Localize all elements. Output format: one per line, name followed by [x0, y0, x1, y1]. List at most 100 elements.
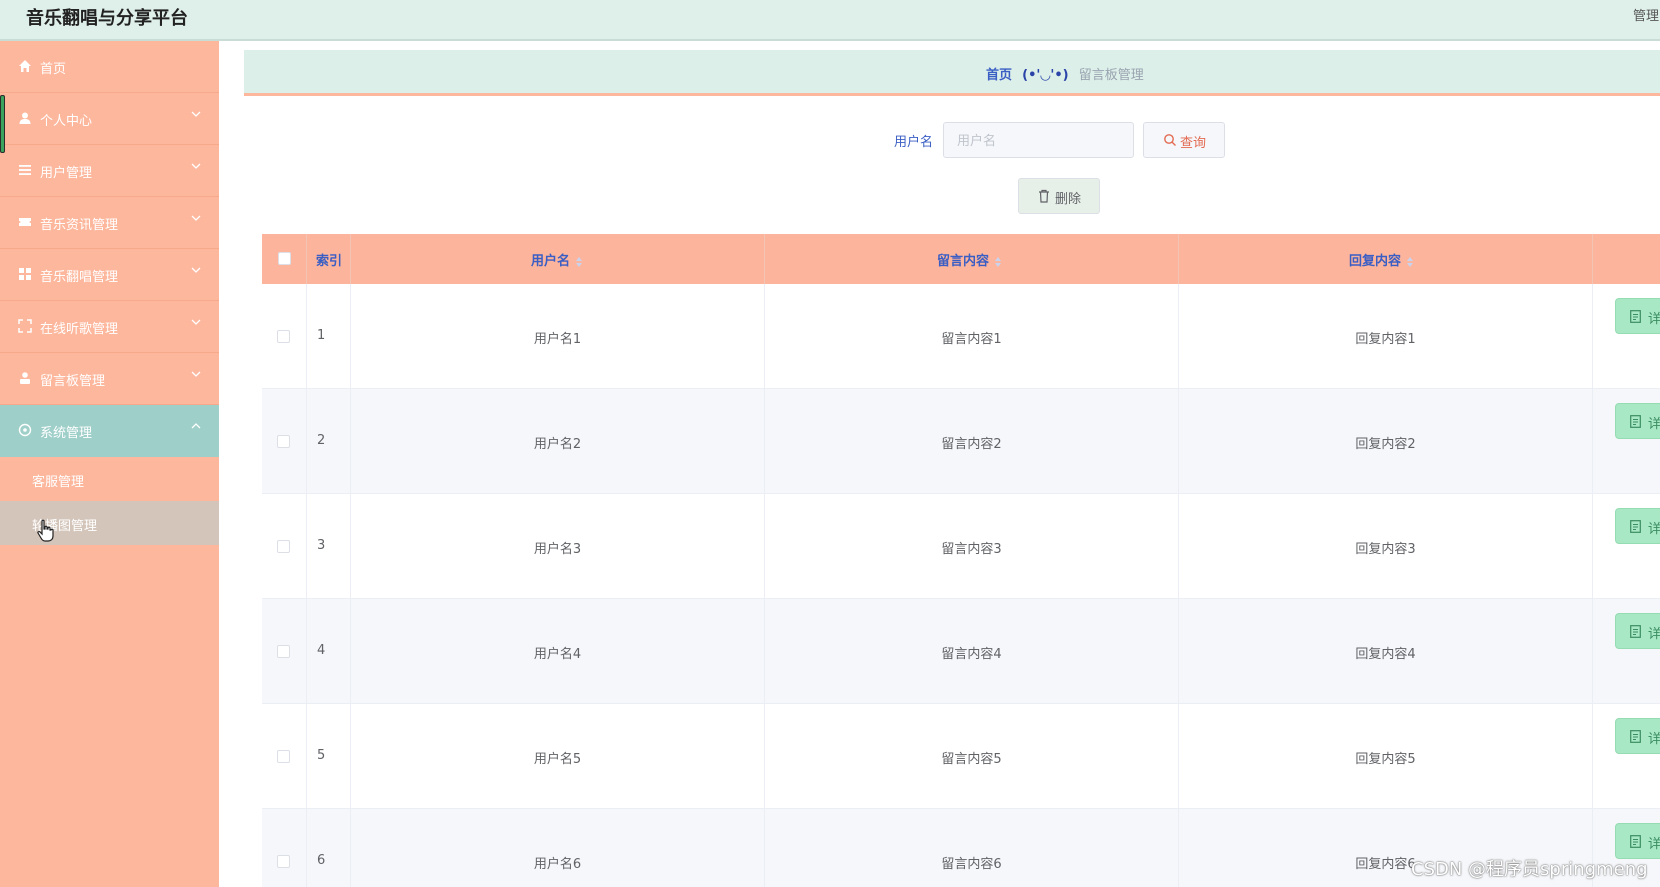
sidebar-item-users[interactable]: 用户管理 [0, 145, 219, 197]
detail-button-label: 详 [1648, 311, 1660, 326]
user-icon [19, 112, 31, 124]
username-text: 用户名5 [533, 752, 582, 767]
sidebar-item-music-cover[interactable]: 音乐翻唱管理 [0, 249, 219, 301]
column-header-username: 用户名 [531, 254, 571, 269]
person-icon [20, 372, 30, 384]
table-row: 1 用户名1 留言内容1 回复内容1 详 [262, 284, 1660, 389]
reply-text: 回复内容3 [1355, 542, 1416, 557]
home-icon [19, 60, 31, 72]
detail-button-label: 详 [1648, 521, 1660, 536]
sidebar-item-label: 个人中心 [40, 114, 93, 129]
hand-cursor-icon [37, 519, 54, 542]
detail-button-label: 详 [1648, 731, 1660, 746]
scroll-indicator [0, 95, 5, 153]
grid-icon [19, 268, 31, 280]
query-button[interactable]: 查询 [1143, 122, 1225, 158]
table-row: 4 用户名4 留言内容4 回复内容4 详 [262, 599, 1660, 704]
username-text: 用户名3 [533, 542, 582, 557]
delete-button-label: 删除 [1055, 191, 1082, 206]
sidebar-item-label: 首页 [40, 62, 67, 77]
username-text: 用户名1 [533, 332, 582, 347]
sidebar-item-online-listening[interactable]: 在线听歌管理 [0, 301, 219, 353]
row-checkbox[interactable] [277, 750, 290, 763]
sort-icon[interactable] [995, 256, 1002, 267]
select-all-checkbox[interactable] [278, 252, 291, 265]
detail-button[interactable]: 详 [1615, 298, 1660, 334]
chevron-down-icon [191, 267, 201, 273]
index-text: 5 [317, 748, 326, 763]
message-text: 留言内容6 [941, 857, 1002, 872]
search-icon [1164, 134, 1176, 146]
detail-button[interactable]: 详 [1615, 613, 1660, 649]
sort-icon[interactable] [1407, 256, 1414, 267]
chevron-down-icon [191, 111, 201, 117]
row-checkbox[interactable] [277, 645, 290, 658]
select-cell [262, 284, 307, 389]
header-index: 索引 [307, 234, 351, 284]
username-text: 用户名6 [533, 857, 582, 872]
username-cell: 用户名6 [351, 809, 765, 887]
select-cell [262, 494, 307, 599]
message-text: 留言内容1 [941, 332, 1002, 347]
reply-cell: 回复内容2 [1179, 389, 1593, 494]
delete-button[interactable]: 删除 [1018, 178, 1100, 214]
username-cell: 用户名1 [351, 284, 765, 389]
column-header-message: 留言内容 [937, 254, 990, 269]
row-checkbox[interactable] [277, 435, 290, 448]
document-icon [1630, 520, 1641, 533]
row-checkbox[interactable] [277, 855, 290, 868]
detail-button-label: 详 [1648, 836, 1660, 851]
row-checkbox[interactable] [277, 330, 290, 343]
message-text: 留言内容2 [941, 437, 1002, 452]
admin-menu[interactable]: 管理 [1633, 5, 1659, 24]
header-username[interactable]: 用户名 [351, 234, 765, 284]
header-actions [1593, 234, 1660, 284]
sidebar-item-system[interactable]: 系统管理 [0, 405, 219, 457]
index-cell: 3 [307, 494, 351, 599]
index-text: 6 [317, 853, 326, 868]
select-cell [262, 599, 307, 704]
message-cell: 留言内容6 [765, 809, 1179, 887]
document-icon [1630, 310, 1641, 323]
header-reply[interactable]: 回复内容 [1179, 234, 1593, 284]
sidebar-item-label: 在线听歌管理 [40, 322, 119, 337]
document-icon [1630, 415, 1641, 428]
list-icon [19, 165, 31, 175]
detail-button[interactable]: 详 [1615, 403, 1660, 439]
sidebar-item-label: 音乐翻唱管理 [40, 270, 119, 285]
username-text: 用户名2 [533, 437, 582, 452]
message-text: 留言内容5 [941, 752, 1002, 767]
detail-button[interactable]: 详 [1615, 718, 1660, 754]
sidebar-item-message-board[interactable]: 留言板管理 [0, 353, 219, 405]
search-input[interactable] [943, 122, 1134, 158]
breadcrumb-home[interactable]: 首页 [986, 68, 1012, 83]
sidebar-item-label: 系统管理 [40, 426, 93, 441]
sidebar-item-home[interactable]: 首页 [0, 41, 219, 93]
breadcrumb-current: 留言板管理 [1078, 68, 1144, 83]
submenu-item-carousel[interactable]: 轮播图管理 [0, 501, 219, 545]
header-message[interactable]: 留言内容 [765, 234, 1179, 284]
username-cell: 用户名5 [351, 704, 765, 809]
sidebar-item-music-news[interactable]: 音乐资讯管理 [0, 197, 219, 249]
message-cell: 留言内容4 [765, 599, 1179, 704]
message-text: 留言内容3 [941, 542, 1002, 557]
sidebar: 首页 个人中心 用户管理 音乐资讯管理 音乐翻唱管理 在线听歌管理 留言板管理 … [0, 41, 219, 887]
table-row: 5 用户名5 留言内容5 回复内容5 详 [262, 704, 1660, 809]
document-icon [1630, 835, 1641, 848]
sort-icon[interactable] [576, 256, 583, 267]
detail-button[interactable]: 详 [1615, 823, 1660, 859]
chevron-down-icon [191, 163, 201, 169]
detail-button[interactable]: 详 [1615, 508, 1660, 544]
submenu-item-customer-service[interactable]: 客服管理 [0, 457, 219, 501]
header-select-cell [262, 234, 307, 284]
row-checkbox[interactable] [277, 540, 290, 553]
sidebar-item-personal-center[interactable]: 个人中心 [0, 93, 219, 145]
document-icon [1630, 730, 1641, 743]
message-cell: 留言内容2 [765, 389, 1179, 494]
sidebar-item-label: 音乐资讯管理 [40, 218, 119, 233]
index-cell: 5 [307, 704, 351, 809]
reply-cell: 回复内容5 [1179, 704, 1593, 809]
detail-button-label: 详 [1648, 416, 1660, 431]
detail-button-label: 详 [1648, 626, 1660, 641]
reply-cell: 回复内容3 [1179, 494, 1593, 599]
